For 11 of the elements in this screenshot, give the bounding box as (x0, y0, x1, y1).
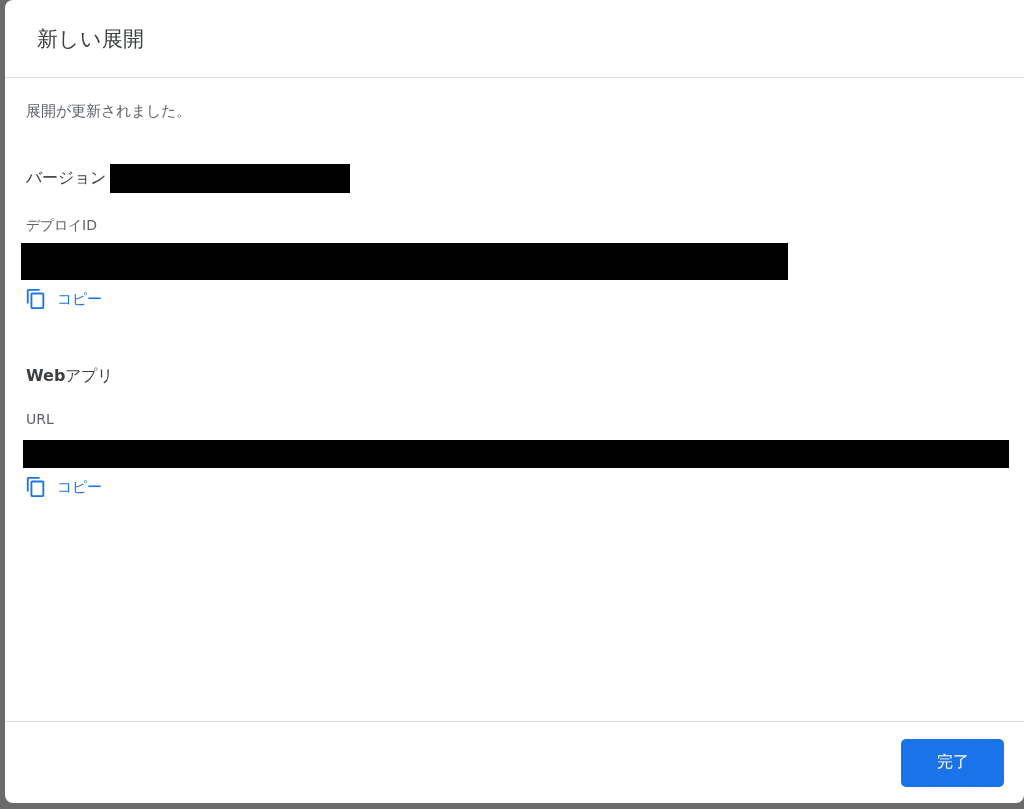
status-message: 展開が更新されました。 (26, 102, 191, 121)
copy-link[interactable]: コピー (25, 288, 102, 310)
copy-link[interactable]: コピー (25, 476, 102, 498)
field-label: デプロイID (26, 217, 97, 235)
done-button[interactable]: 完了 (901, 738, 1004, 787)
field-label: URL (26, 411, 54, 427)
section-heading: Webアプリ (26, 366, 114, 387)
copy-icon (25, 476, 47, 498)
copy-icon (25, 288, 47, 310)
version-label: バージョン (26, 168, 106, 189)
dialog-title: 新しい展開 (37, 25, 144, 53)
